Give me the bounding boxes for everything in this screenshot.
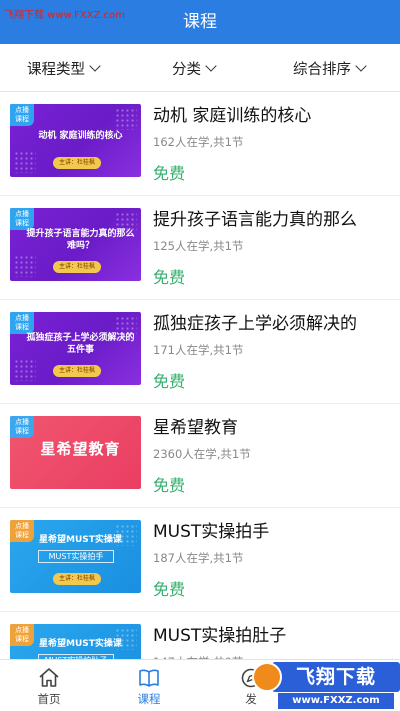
course-item[interactable]: 点播 课程 星希望教育 星希望教育 2360人在学,共1节 免费	[0, 404, 400, 508]
logo-url: www.FXXZ.com	[278, 693, 394, 709]
chevron-down-icon	[89, 59, 101, 72]
page-title: 课程	[183, 12, 217, 32]
nav-label: 首页	[37, 692, 61, 706]
home-icon	[39, 668, 59, 687]
course-price: 免费	[153, 268, 186, 287]
filter-course-type[interactable]: 课程类型	[27, 44, 101, 92]
course-item[interactable]: 点播 课程 动机 家庭训练的核心 主讲：杜桂枫 动机 家庭训练的核心 162人在…	[0, 92, 400, 196]
course-title: MUST实操拍肚子	[153, 626, 287, 646]
logo-emblem-icon	[252, 662, 282, 692]
site-logo-watermark: 飞翔下载 www.FXXZ.com	[248, 660, 400, 711]
course-item[interactable]: 点播 课程 提升孩子语言能力真的那么难吗？ 主讲：杜桂枫 提升孩子语言能力真的那…	[0, 196, 400, 300]
course-price: 免费	[153, 476, 186, 495]
logo-name: 飞翔下载	[272, 662, 400, 692]
nav-home[interactable]: 首页	[19, 660, 79, 711]
thumbnail-text: 星希望MUST实操课	[39, 535, 122, 545]
book-icon	[139, 669, 159, 687]
thumbnail-text: 提升孩子语言能力真的那么难吗？	[26, 229, 135, 251]
thumbnail-lecturer: 主讲：杜桂枫	[53, 573, 102, 585]
course-meta: 125人在学,共1节	[153, 239, 244, 253]
dots-decoration	[14, 151, 36, 173]
course-thumbnail: 点播 课程 动机 家庭训练的核心 主讲：杜桂枫	[10, 104, 141, 177]
thumbnail-lecturer: 主讲：杜桂枫	[53, 157, 102, 169]
thumbnail-subtitle: MUST实操拍手	[38, 550, 114, 563]
thumbnail-lecturer: 主讲：杜桂枫	[53, 261, 102, 273]
app-header: 飞翔下载 www.FXXZ.com 课程	[0, 0, 400, 44]
chevron-down-icon	[205, 59, 217, 72]
course-item[interactable]: 点播 课程 孤独症孩子上学必须解决的五件事 主讲：杜桂枫 孤独症孩子上学必须解决…	[0, 300, 400, 404]
filter-label: 课程类型	[27, 61, 85, 78]
course-title: 孤独症孩子上学必须解决的	[153, 314, 357, 334]
dots-decoration	[115, 108, 137, 130]
course-type-badge: 点播 课程	[10, 312, 34, 334]
dots-decoration	[14, 359, 36, 381]
filter-sort[interactable]: 综合排序	[293, 44, 367, 92]
course-item[interactable]: 点播 课程 星希望MUST实操课 MUST实操拍手 主讲：杜桂枫 MUST实操拍…	[0, 508, 400, 612]
course-type-badge: 点播 课程	[10, 104, 34, 126]
course-meta: 162人在学,共1节	[153, 135, 244, 149]
course-meta: 171人在学,共1节	[153, 343, 244, 357]
course-title: 动机 家庭训练的核心	[153, 106, 312, 126]
course-thumbnail: 点播 课程 孤独症孩子上学必须解决的五件事 主讲：杜桂枫	[10, 312, 141, 385]
course-type-badge: 点播 课程	[10, 416, 34, 438]
course-price: 免费	[153, 164, 186, 183]
thumbnail-text: 孤独症孩子上学必须解决的五件事	[26, 333, 135, 355]
course-title: MUST实操拍手	[153, 522, 270, 542]
thumbnail-lecturer: 主讲：杜桂枫	[53, 365, 102, 377]
filter-label: 分类	[172, 61, 201, 78]
filter-bar: 课程类型 分类 综合排序	[0, 44, 400, 92]
thumbnail-text: 星希望MUST实操课	[39, 639, 122, 649]
course-type-badge: 点播 课程	[10, 208, 34, 230]
course-price: 免费	[153, 580, 186, 599]
course-thumbnail: 点播 课程 星希望MUST实操课 MUST实操拍手 主讲：杜桂枫	[10, 520, 141, 593]
course-thumbnail: 点播 课程 星希望教育	[10, 416, 141, 489]
nav-courses[interactable]: 课程	[119, 660, 179, 711]
course-price: 免费	[153, 372, 186, 391]
chevron-down-icon	[355, 59, 367, 72]
course-meta: 187人在学,共1节	[153, 551, 244, 565]
thumbnail-text: 星希望教育	[40, 440, 121, 458]
dots-decoration	[14, 255, 36, 277]
thumbnail-text: 动机 家庭训练的核心	[38, 131, 123, 141]
course-thumbnail: 点播 课程 提升孩子语言能力真的那么难吗？ 主讲：杜桂枫	[10, 208, 141, 281]
filter-label: 综合排序	[293, 61, 351, 78]
nav-label: 课程	[137, 692, 161, 706]
filter-category[interactable]: 分类	[172, 44, 217, 92]
course-meta: 2360人在学,共1节	[153, 447, 251, 461]
course-title: 星希望教育	[153, 418, 238, 438]
course-title: 提升孩子语言能力真的那么	[153, 210, 357, 230]
